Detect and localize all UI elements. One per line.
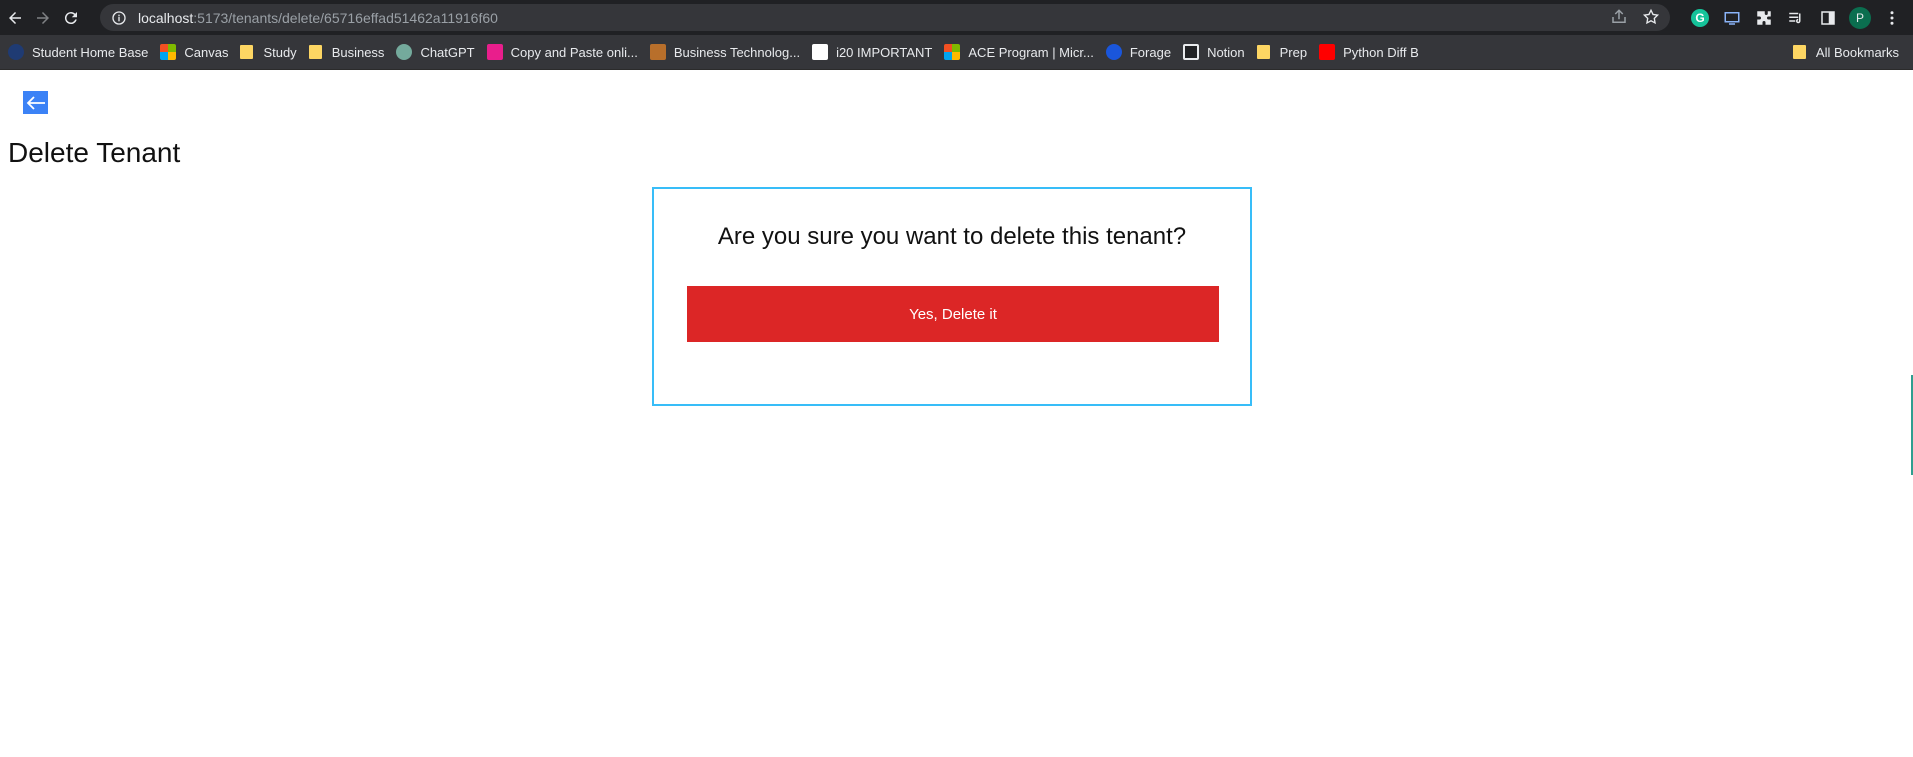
browser-toolbar: localhost:5173/tenants/delete/65716effad… bbox=[0, 0, 1913, 35]
star-icon[interactable] bbox=[1642, 8, 1660, 26]
confirmation-question: Are you sure you want to delete this ten… bbox=[717, 223, 1187, 250]
bookmark-label: Prep bbox=[1279, 44, 1308, 60]
folder-icon bbox=[240, 45, 254, 59]
bookmarks-bar: Student Home Base Canvas Study Business Chat… bbox=[0, 35, 1913, 70]
bookmark-label: Study bbox=[263, 44, 297, 60]
page-icon bbox=[486, 44, 503, 60]
bookmark-item[interactable]: Notion bbox=[1177, 38, 1251, 66]
share-icon[interactable] bbox=[1610, 8, 1628, 26]
back-nav-button[interactable] bbox=[2, 5, 28, 31]
bookmark-item[interactable]: Canvas bbox=[154, 38, 234, 66]
folder-icon bbox=[308, 45, 322, 59]
microsoft-icon bbox=[160, 44, 177, 60]
folder-icon bbox=[1256, 45, 1270, 59]
reading-list-button[interactable] bbox=[1785, 7, 1807, 29]
bookmark-item[interactable]: Copy and Paste onli... bbox=[481, 38, 644, 66]
bookmark-label: Business bbox=[331, 44, 385, 60]
extensions-button[interactable] bbox=[1753, 7, 1775, 29]
bookmark-label: ACE Program | Micr... bbox=[968, 44, 1094, 60]
bookmark-label: Python Diff B bbox=[1343, 44, 1419, 60]
bookmark-item[interactable]: ACE Program | Micr... bbox=[938, 38, 1099, 66]
bookmark-label: Business Technolog... bbox=[673, 44, 801, 60]
screen-extension[interactable] bbox=[1721, 7, 1743, 29]
chatgpt-icon bbox=[396, 44, 413, 60]
side-panel-button[interactable] bbox=[1817, 7, 1839, 29]
all-bookmarks-button[interactable]: All Bookmarks bbox=[1787, 38, 1905, 66]
bookmark-item[interactable]: Prep bbox=[1251, 38, 1313, 66]
bookmark-label: Canvas bbox=[184, 44, 229, 60]
page-title: Delete Tenant bbox=[8, 137, 181, 168]
bookmark-item[interactable]: Business bbox=[303, 38, 391, 66]
screen-icon bbox=[1724, 11, 1740, 25]
url-host: localhost bbox=[138, 9, 194, 26]
youtube-icon bbox=[1319, 44, 1336, 60]
reload-button[interactable] bbox=[58, 5, 84, 31]
bookmark-label: Student Home Base bbox=[32, 44, 149, 60]
bookmark-list: Student Home Base Canvas Study Business Chat… bbox=[2, 38, 1425, 66]
bookmark-label: Notion bbox=[1207, 44, 1245, 60]
bookmark-label: Copy and Paste onli... bbox=[510, 44, 638, 60]
bookmark-item[interactable]: Student Home Base bbox=[2, 38, 154, 66]
all-bookmarks-label: All Bookmarks bbox=[1815, 44, 1899, 60]
school-icon bbox=[8, 44, 24, 60]
side-panel-icon bbox=[1821, 10, 1835, 25]
grammarly-icon: G bbox=[1691, 8, 1709, 27]
address-bar[interactable]: localhost:5173/tenants/delete/65716effad… bbox=[100, 4, 1670, 31]
bookmark-item[interactable]: Study bbox=[234, 38, 302, 66]
chrome-menu-button[interactable] bbox=[1881, 7, 1903, 29]
notion-icon bbox=[1183, 44, 1200, 60]
forward-nav-button[interactable] bbox=[30, 5, 56, 31]
reload-icon bbox=[64, 11, 77, 24]
folder-icon bbox=[1792, 45, 1806, 59]
bookmark-label: Forage bbox=[1129, 44, 1172, 60]
bookmark-label: ChatGPT bbox=[420, 44, 475, 60]
forage-icon bbox=[1105, 44, 1122, 60]
avatar: P bbox=[1849, 6, 1871, 29]
delete-confirmation-card: Are you sure you want to delete this ten… bbox=[652, 187, 1252, 406]
arrow-left-icon bbox=[26, 95, 45, 110]
media-list-icon bbox=[1789, 12, 1801, 23]
kebab-menu-icon bbox=[1890, 10, 1894, 25]
bookmark-item[interactable]: ChatGPT bbox=[390, 38, 480, 66]
back-button[interactable] bbox=[23, 91, 48, 114]
bookmark-item[interactable]: Python Diff B bbox=[1313, 38, 1425, 66]
diamond-icon bbox=[649, 44, 666, 60]
blank-page-icon bbox=[812, 44, 829, 60]
url-text: localhost:5173/tenants/delete/65716effad… bbox=[138, 10, 498, 26]
bookmark-item[interactable]: Forage bbox=[1100, 38, 1177, 66]
info-icon bbox=[112, 10, 126, 25]
bookmark-item[interactable]: Business Technolog... bbox=[644, 38, 806, 66]
arrow-left-icon bbox=[9, 11, 21, 24]
arrow-right-icon bbox=[37, 11, 49, 24]
confirm-delete-button[interactable]: Yes, Delete it bbox=[687, 286, 1219, 342]
microsoft-icon bbox=[944, 44, 961, 60]
profile-button[interactable]: P bbox=[1849, 6, 1871, 29]
puzzle-icon bbox=[1757, 10, 1771, 25]
bookmark-item[interactable]: i20 IMPORTANT bbox=[806, 38, 938, 66]
page-content: Delete Tenant Are you sure you want to d… bbox=[0, 71, 1913, 757]
grammarly-extension[interactable]: G bbox=[1689, 7, 1711, 29]
url-path: :5173/tenants/delete/65716effad51462a119… bbox=[193, 9, 498, 26]
bookmark-label: i20 IMPORTANT bbox=[836, 44, 933, 60]
